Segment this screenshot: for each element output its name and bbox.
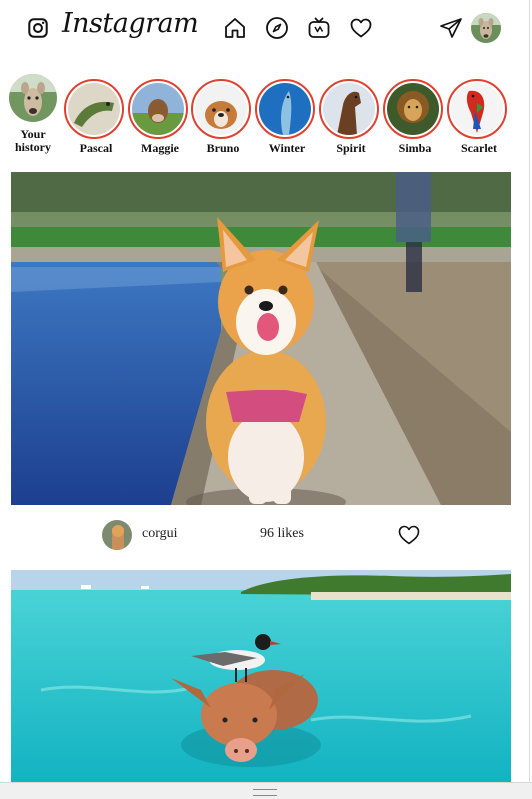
story-label: Your history (15, 127, 51, 154)
post-user-avatar[interactable] (102, 520, 132, 550)
explore-compass-icon[interactable] (265, 16, 289, 40)
story-avatar (9, 74, 57, 122)
story-avatar (387, 83, 439, 135)
story-ring (191, 79, 251, 139)
story-avatar (451, 83, 503, 135)
story-simba[interactable]: Simba (383, 70, 447, 155)
story-winter[interactable]: Winter (255, 70, 319, 155)
app-logo-text[interactable]: Instagram (62, 8, 199, 39)
story-pascal[interactable]: Pascal (64, 70, 128, 155)
story-avatar (195, 83, 247, 135)
story-avatar (259, 83, 311, 135)
scroll-grip-handle[interactable] (253, 789, 277, 796)
like-heart-icon[interactable] (397, 523, 421, 547)
story-ring (447, 79, 507, 139)
story-spirit[interactable]: Spirit (319, 70, 383, 155)
home-icon[interactable] (223, 16, 247, 40)
bottom-scrollbar[interactable] (0, 782, 532, 799)
story-label: Winter (268, 141, 306, 155)
story-label: Pascal (79, 141, 113, 155)
story-ring (383, 79, 443, 139)
story-avatar (132, 83, 184, 135)
story-avatar (68, 83, 120, 135)
top-navigation-bar: Instagram (0, 0, 532, 56)
post-footer: corgui 96 likes (11, 505, 511, 565)
story-label: Scarlet (461, 141, 497, 155)
post-image[interactable] (11, 570, 511, 782)
story-label: Maggie (141, 141, 179, 155)
stories-bar: Your history Pascal Maggie Bruno Winter … (0, 70, 532, 162)
story-ring (319, 79, 379, 139)
post-image[interactable] (11, 172, 511, 505)
instagram-logo-icon[interactable] (27, 17, 49, 39)
story-ring (64, 79, 124, 139)
story-maggie[interactable]: Maggie (128, 70, 192, 155)
post-likes-count: 96 likes (260, 526, 304, 541)
story-label: Simba (398, 141, 432, 155)
story-label: Bruno (206, 141, 240, 155)
story-bruno[interactable]: Bruno (191, 70, 255, 155)
story-avatar (323, 83, 375, 135)
story-ring (255, 79, 315, 139)
story-scarlet[interactable]: Scarlet (447, 70, 511, 155)
post-username[interactable]: corgui (142, 526, 178, 542)
profile-avatar[interactable] (471, 13, 501, 43)
story-label: Spirit (336, 141, 366, 155)
activity-heart-icon[interactable] (349, 16, 373, 40)
story-your-history[interactable]: Your history (1, 70, 65, 154)
direct-send-icon[interactable] (439, 16, 463, 40)
igtv-icon[interactable] (307, 16, 331, 40)
story-ring (128, 79, 188, 139)
